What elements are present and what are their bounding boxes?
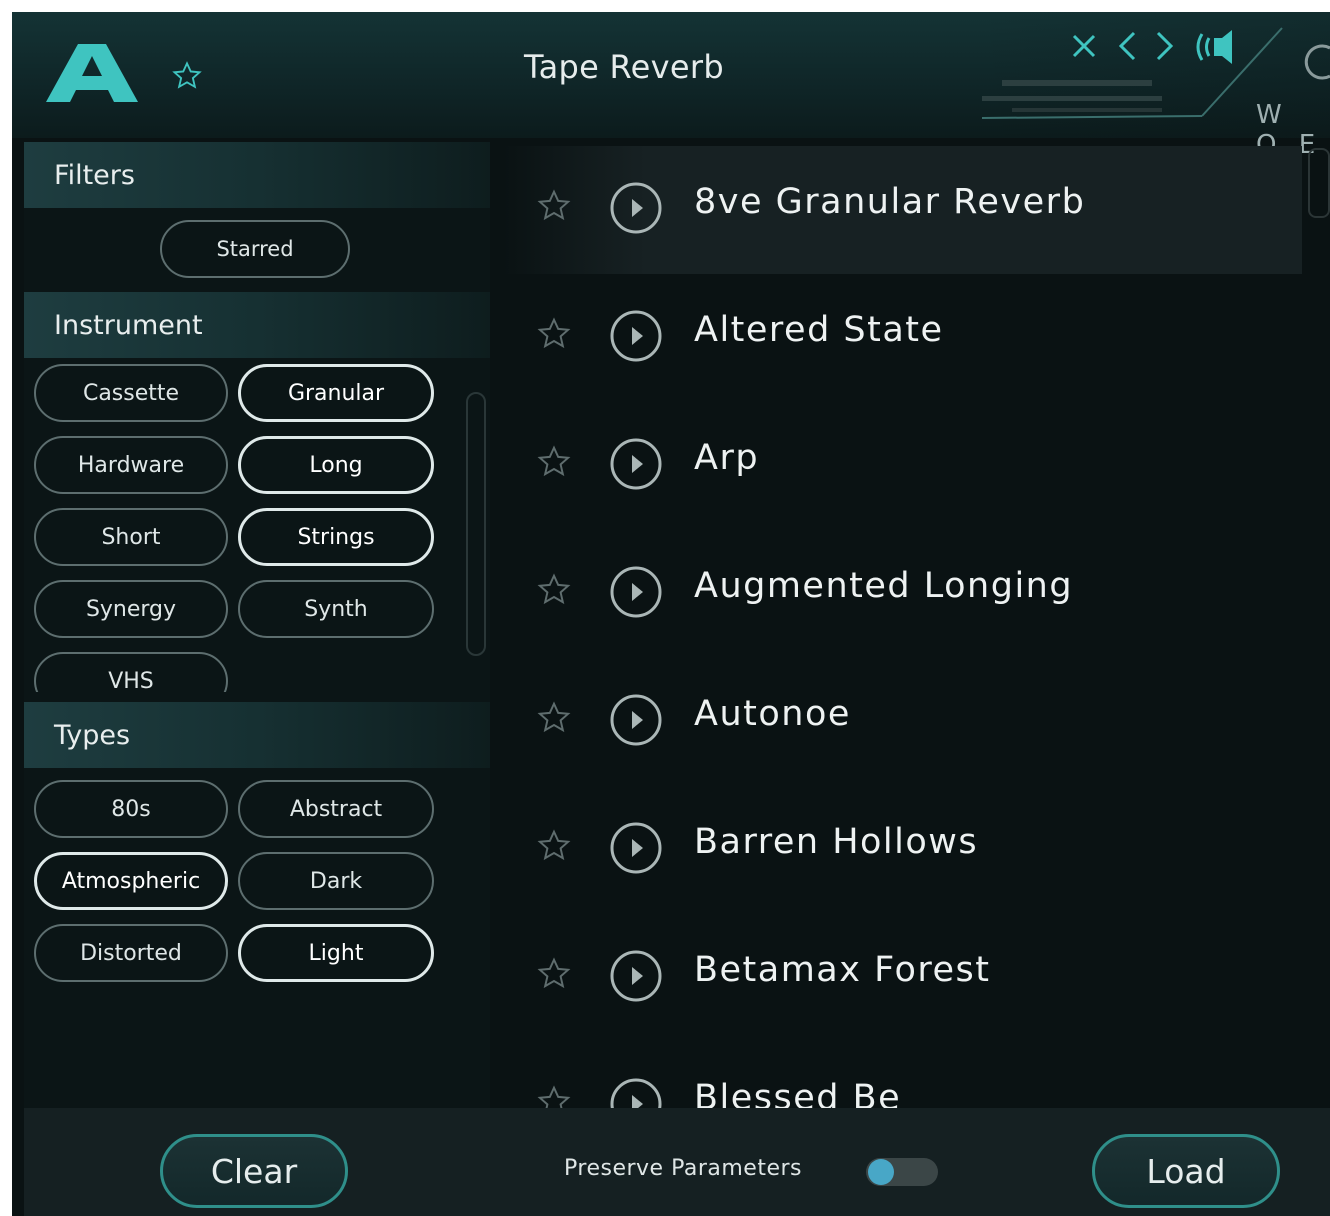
preset-name: Barren Hollows (694, 822, 979, 862)
instrument-title: Instrument (54, 310, 203, 341)
header-bar: Tape Reverb W O E (12, 12, 1330, 160)
instrument-scrollbar[interactable] (466, 392, 486, 656)
filters-section-header: Filters (24, 142, 490, 208)
preset-row[interactable]: Altered State (502, 274, 1302, 402)
preset-list: 8ve Granular Reverb Altered State Arp Augme… (502, 142, 1302, 1108)
instrument-tag[interactable]: Hardware (34, 436, 228, 494)
star-icon[interactable] (536, 956, 572, 992)
types-title: Types (54, 720, 131, 751)
play-icon[interactable] (608, 820, 664, 876)
preset-row[interactable]: Blessed Be (502, 1042, 1302, 1108)
header-slant-lines (981, 27, 1283, 119)
preset-name: Blessed Be (694, 1078, 902, 1108)
filters-title: Filters (54, 160, 135, 191)
instrument-tag[interactable]: Short (34, 508, 228, 566)
play-icon[interactable] (608, 1076, 664, 1108)
star-icon[interactable] (536, 828, 572, 864)
instrument-tag-list: Cassette Granular Hardware Long Short St… (24, 358, 464, 692)
type-tag[interactable]: 80s (34, 780, 228, 838)
type-tag[interactable]: Light (238, 924, 434, 982)
type-tag[interactable]: Distorted (34, 924, 228, 982)
footer-bar: Clear Preserve Parameters Load (24, 1108, 1330, 1216)
instrument-tag[interactable]: Granular (238, 364, 434, 422)
preset-browser: Tape Reverb W O E Filters Starred Instru… (12, 12, 1330, 1216)
instrument-tag[interactable]: Strings (238, 508, 434, 566)
types-section-header: Types (24, 702, 490, 768)
play-icon[interactable] (608, 308, 664, 364)
star-icon[interactable] (536, 444, 572, 480)
play-icon[interactable] (608, 692, 664, 748)
type-tag[interactable]: Abstract (238, 780, 434, 838)
instrument-tag[interactable]: Long (238, 436, 434, 494)
preset-name: 8ve Granular Reverb (694, 182, 1086, 222)
favorite-star-icon[interactable] (170, 60, 204, 92)
preset-name: Arp (694, 438, 760, 478)
play-icon[interactable] (608, 180, 664, 236)
preset-row[interactable]: Augmented Longing (502, 530, 1302, 658)
play-icon[interactable] (608, 564, 664, 620)
preset-row[interactable]: Barren Hollows (502, 786, 1302, 914)
preset-name: Altered State (694, 310, 944, 350)
star-icon[interactable] (536, 188, 572, 224)
star-icon[interactable] (536, 572, 572, 608)
type-tag[interactable]: Dark (238, 852, 434, 910)
preset-row[interactable]: Betamax Forest (502, 914, 1302, 1042)
clear-button[interactable]: Clear (160, 1134, 348, 1208)
preset-row[interactable]: 8ve Granular Reverb (502, 146, 1302, 274)
play-icon[interactable] (608, 436, 664, 492)
preserve-parameters-toggle[interactable] (866, 1158, 938, 1186)
menu-circle-icon[interactable] (1304, 42, 1330, 82)
star-icon[interactable] (536, 1084, 572, 1108)
star-icon[interactable] (536, 316, 572, 352)
preset-list-scrollbar[interactable] (1308, 148, 1330, 218)
play-icon[interactable] (608, 948, 664, 1004)
type-tag[interactable]: Atmospheric (34, 852, 228, 910)
instrument-section-header: Instrument (24, 292, 490, 358)
preset-name: Augmented Longing (694, 566, 1074, 606)
preserve-parameters-label: Preserve Parameters (564, 1156, 802, 1181)
preset-row[interactable]: Autonoe (502, 658, 1302, 786)
star-icon[interactable] (536, 700, 572, 736)
starred-filter-button[interactable]: Starred (160, 220, 350, 278)
preset-row[interactable]: Arp (502, 402, 1302, 530)
preset-title: Tape Reverb (524, 48, 724, 86)
filter-panel: Filters Starred Instrument Cassette Gran… (24, 142, 490, 1108)
instrument-tag[interactable]: Synth (238, 580, 434, 638)
instrument-tag[interactable]: Synergy (34, 580, 228, 638)
preset-name: Autonoe (694, 694, 851, 734)
instrument-tag[interactable]: Cassette (34, 364, 228, 422)
instrument-tag[interactable]: VHS (34, 652, 228, 692)
preset-name: Betamax Forest (694, 950, 991, 990)
toggle-knob (868, 1159, 894, 1185)
logo-icon (46, 44, 138, 102)
load-button[interactable]: Load (1092, 1134, 1280, 1208)
